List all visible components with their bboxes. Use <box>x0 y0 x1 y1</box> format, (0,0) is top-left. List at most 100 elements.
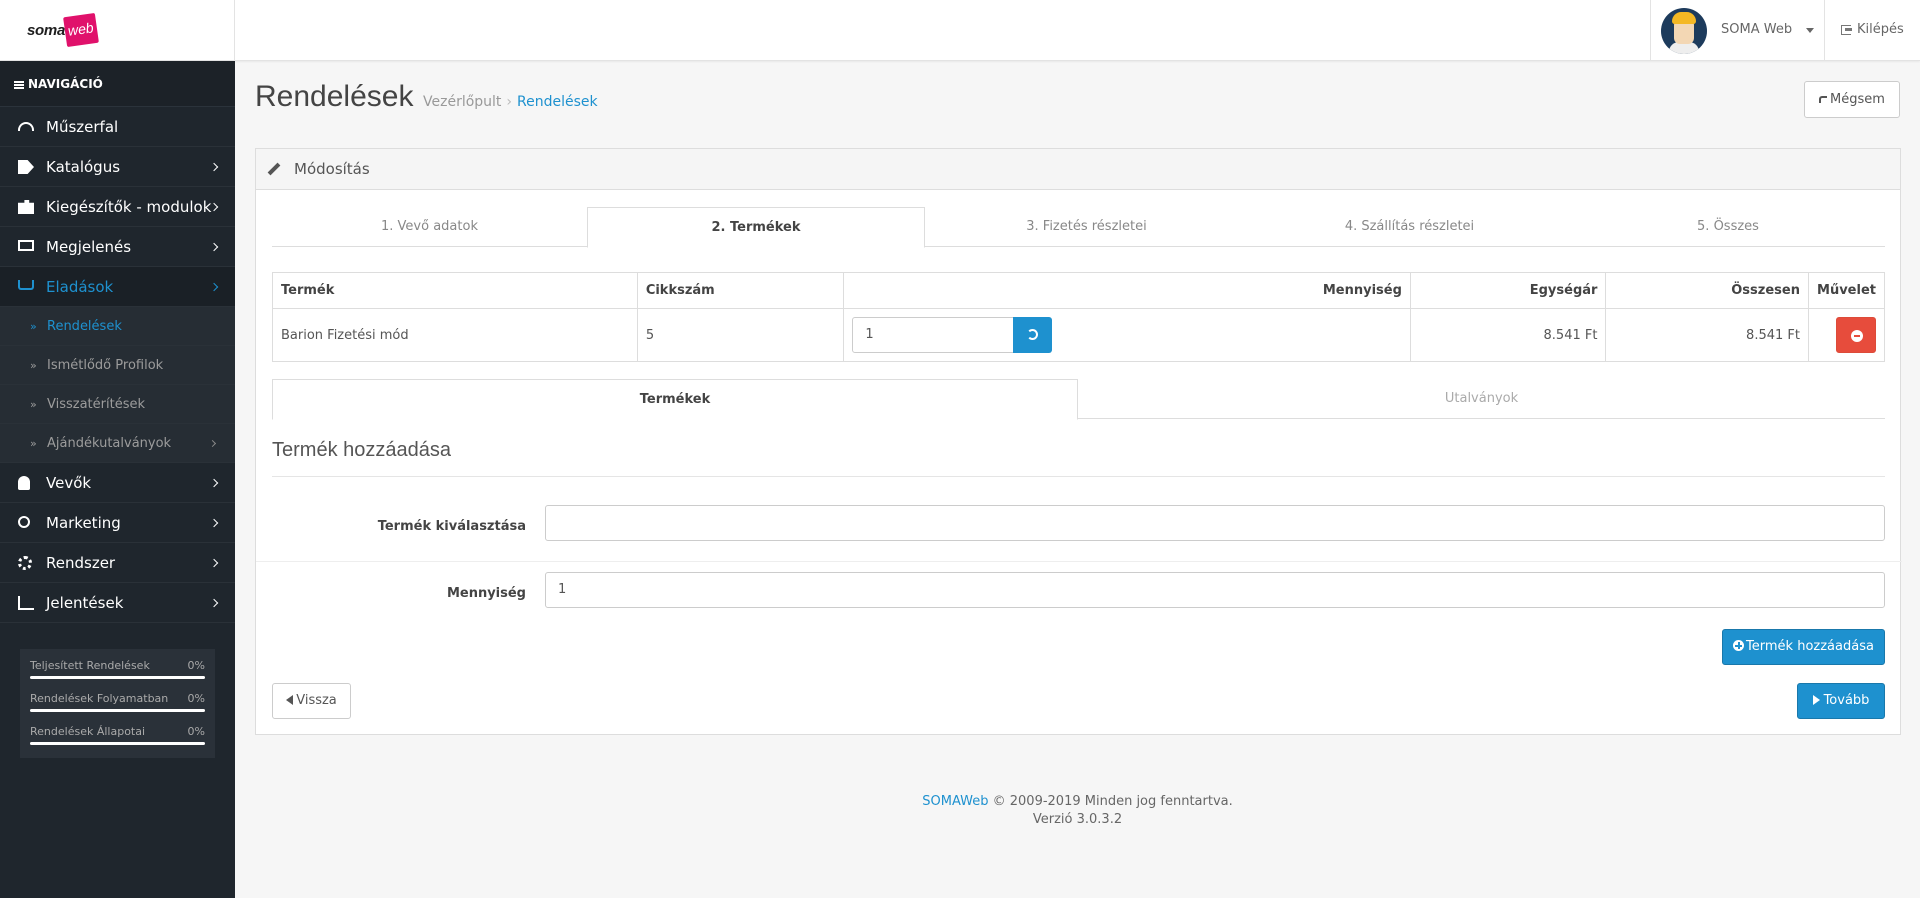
arrow-left-icon <box>286 695 294 705</box>
monitor-icon <box>18 240 34 251</box>
column-header-sku: Cikkszám <box>636 272 845 309</box>
sidebar-item-label: Kiegészítők - modulok <box>46 198 212 216</box>
column-header-total: Összesen <box>1605 272 1809 309</box>
refresh-icon <box>1027 329 1039 340</box>
step-tabs: 1. Vevő adatok 2. Termékek 3. Fizetés ré… <box>272 207 1885 248</box>
sidebar-item-label: Marketing <box>46 514 121 532</box>
sidebar-item-label: Eladások <box>46 278 114 296</box>
sidebar-subitem-recurring[interactable]: » Ismétlődő Profilok <box>0 346 235 385</box>
arrow-right-icon <box>1812 695 1820 705</box>
stat-value: 0% <box>187 725 205 738</box>
sidebar-item-label: Megjelenés <box>46 238 132 256</box>
pencil-icon <box>267 162 281 176</box>
sidebar-subitem-vouchers[interactable]: » Ajándékutalványok <box>0 424 235 463</box>
breadcrumb-orders-link[interactable]: Rendelések <box>517 94 598 110</box>
logout-label: Kilépés <box>1857 22 1904 37</box>
edit-panel: Módosítás 1. Vevő adatok 2. Termékek 3. … <box>255 148 1902 735</box>
double-angle-right-icon: » <box>30 398 37 411</box>
table-row: Barion Fizetési mód 5 1 8.541 Ft 8.541 F… <box>272 308 1886 362</box>
plus-circle-icon <box>1733 640 1745 651</box>
product-select-input[interactable] <box>545 505 1885 541</box>
sidebar-item-label: Jelentések <box>46 594 124 612</box>
page-title: Rendelések <box>255 80 414 113</box>
page-header: Rendelések Vezérlőpult › Rendelések Mégsem <box>235 61 1920 146</box>
user-menu[interactable]: SOMA Web <box>1650 0 1824 61</box>
back-button[interactable]: Vissza <box>272 683 351 719</box>
add-product-button[interactable]: Termék hozzáadása <box>1722 629 1885 665</box>
sidebar-item-system[interactable]: Rendszer <box>0 543 235 583</box>
tab-customer-details[interactable]: 1. Vevő adatok <box>272 207 587 247</box>
avatar <box>1661 8 1707 54</box>
sidebar-subitem-label: Rendelések <box>47 319 122 334</box>
sidebar-item-catalog[interactable]: Katalógus <box>0 147 235 187</box>
footer-brand-link[interactable]: SOMAWeb <box>922 794 988 809</box>
tab-totals[interactable]: 5. Összes <box>1571 207 1885 247</box>
column-header-product: Termék <box>272 272 638 309</box>
cancel-button[interactable]: Mégsem <box>1804 81 1900 118</box>
user-name: SOMA Web <box>1721 22 1793 37</box>
column-header-unit-price: Egységár <box>1409 272 1607 309</box>
footer: SOMAWeb © 2009-2019 Minden jog fenntartv… <box>235 793 1920 829</box>
sidebar-subitem-returns[interactable]: » Visszatérítések <box>0 385 235 424</box>
chevron-right-icon <box>208 439 217 448</box>
dashboard-icon <box>18 122 34 131</box>
caret-down-icon <box>1806 28 1814 33</box>
double-angle-right-icon: » <box>30 359 37 372</box>
quantity-input[interactable]: 1 <box>852 317 1015 353</box>
progress-bar <box>30 709 205 712</box>
stat-label: Rendelések Állapotai <box>30 725 146 738</box>
sidebar-item-dashboard[interactable]: Műszerfal <box>0 107 235 147</box>
footer-copyright: © 2009-2019 Minden jog fenntartva. <box>992 794 1233 809</box>
sidebar-subitem-label: Ismétlődő Profilok <box>47 358 164 373</box>
user-icon <box>18 476 30 490</box>
logo[interactable]: soma web <box>0 0 235 61</box>
cell-unit-price: 8.541 Ft <box>1409 308 1607 362</box>
double-angle-right-icon: » <box>30 320 37 333</box>
tags-icon <box>18 160 34 174</box>
quantity-group: 1 <box>852 317 1053 353</box>
sign-out-icon <box>1841 25 1852 35</box>
nav-heading: NAVIGÁCIÓ <box>0 61 235 107</box>
cell-sku: 5 <box>636 308 845 362</box>
cell-total: 8.541 Ft <box>1605 308 1809 362</box>
stat-label: Rendelések Folyamatban <box>30 692 169 705</box>
sidebar-item-label: Katalógus <box>46 158 121 176</box>
share-icon <box>18 516 30 528</box>
sidebar-item-label: Vevők <box>46 474 92 492</box>
quantity-field[interactable]: 1 <box>545 572 1885 608</box>
tab-payment-details[interactable]: 3. Fizetés részletei <box>925 207 1248 247</box>
tab-shipping-details[interactable]: 4. Szállítás részletei <box>1248 207 1571 247</box>
minus-circle-icon <box>1851 330 1863 342</box>
chevron-right-icon <box>209 478 219 488</box>
sidebar-item-design[interactable]: Megjelenés <box>0 227 235 267</box>
progress-bar <box>30 676 205 679</box>
sidebar-subitem-orders[interactable]: » Rendelések <box>0 307 235 346</box>
panel-heading: Módosítás <box>256 149 1900 190</box>
quantity-label: Mennyiség <box>446 586 526 601</box>
form-row-quantity: Mennyiség 1 <box>256 562 1902 629</box>
column-header-action: Művelet <box>1807 272 1886 309</box>
table-header-row: Termék Cikkszám Mennyiség Egységár Össze… <box>272 272 1886 309</box>
tab-products[interactable]: 2. Termékek <box>587 207 925 248</box>
tab-sub-products[interactable]: Termékek <box>272 379 1078 420</box>
bar-chart-icon <box>18 596 34 610</box>
next-button[interactable]: Tovább <box>1797 683 1885 719</box>
breadcrumb-dashboard-link[interactable]: Vezérlőpult <box>423 94 501 110</box>
logout-button[interactable]: Kilépés <box>1824 0 1920 61</box>
sidebar-item-sales[interactable]: Eladások <box>0 267 235 307</box>
refresh-button[interactable] <box>1013 317 1053 353</box>
bars-icon <box>14 81 24 89</box>
chevron-right-icon <box>209 162 219 172</box>
stat-order-statuses: Rendelések Állapotai 0% <box>30 725 205 758</box>
tab-sub-vouchers[interactable]: Utalványok <box>1078 379 1885 420</box>
remove-product-button[interactable] <box>1836 317 1876 353</box>
cart-icon <box>18 280 34 290</box>
product-select-label: Termék kiválasztása <box>377 519 526 534</box>
sidebar-item-extensions[interactable]: Kiegészítők - modulok <box>0 187 235 227</box>
stat-value: 0% <box>187 659 205 672</box>
column-header-quantity: Mennyiség <box>843 272 1411 309</box>
sidebar-item-reports[interactable]: Jelentések <box>0 583 235 623</box>
sidebar-item-marketing[interactable]: Marketing <box>0 503 235 543</box>
top-header: soma web SOMA Web Kilépés <box>0 0 1920 61</box>
sidebar-item-customers[interactable]: Vevők <box>0 463 235 503</box>
